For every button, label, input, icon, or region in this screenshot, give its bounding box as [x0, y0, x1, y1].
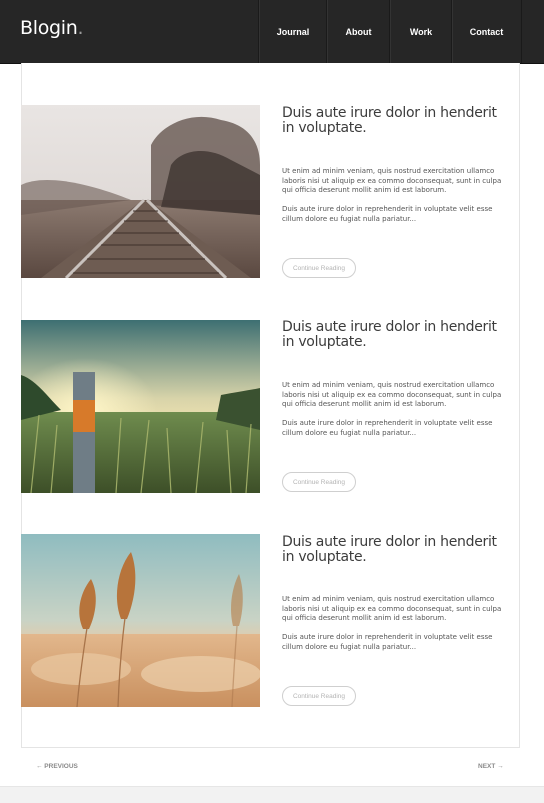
post-excerpt: Duis aute irure dolor in reprehenderit i… [282, 633, 493, 651]
nav-contact[interactable]: Contact [451, 0, 522, 63]
post-title[interactable]: Duis aute irure dolor in henderit in vol… [282, 106, 497, 136]
next-page-link[interactable]: NEXT → [478, 763, 504, 770]
nav-journal[interactable]: Journal [258, 0, 327, 63]
logo-dot: . [77, 17, 84, 39]
site-logo[interactable]: Blogin. [20, 17, 84, 39]
nav-work[interactable]: Work [389, 0, 452, 63]
post-excerpt: Ut enim ad minim veniam, quis nostrud ex… [282, 167, 502, 195]
post-image-railway[interactable] [21, 105, 260, 278]
post-excerpt: Ut enim ad minim veniam, quis nostrud ex… [282, 595, 502, 623]
top-navigation-bar: Blogin. Journal About Work Contact [0, 0, 544, 64]
logo-text: Blogin [20, 17, 78, 39]
post-image-meadow[interactable] [21, 320, 260, 493]
post-excerpt: Duis aute irure dolor in reprehenderit i… [282, 205, 493, 223]
previous-page-link[interactable]: ← PREVIOUS [36, 763, 78, 770]
post-excerpt: Ut enim ad minim veniam, quis nostrud ex… [282, 381, 502, 409]
continue-reading-button[interactable]: Continue Reading [282, 258, 356, 278]
continue-reading-button[interactable]: Continue Reading [282, 686, 356, 706]
post-excerpt: Duis aute irure dolor in reprehenderit i… [282, 419, 493, 437]
post-image-wheat[interactable] [21, 534, 260, 707]
post-title[interactable]: Duis aute irure dolor in henderit in vol… [282, 320, 497, 350]
nav-about[interactable]: About [326, 0, 390, 63]
footer-band [0, 786, 544, 803]
post-title[interactable]: Duis aute irure dolor in henderit in vol… [282, 535, 497, 565]
continue-reading-button[interactable]: Continue Reading [282, 472, 356, 492]
